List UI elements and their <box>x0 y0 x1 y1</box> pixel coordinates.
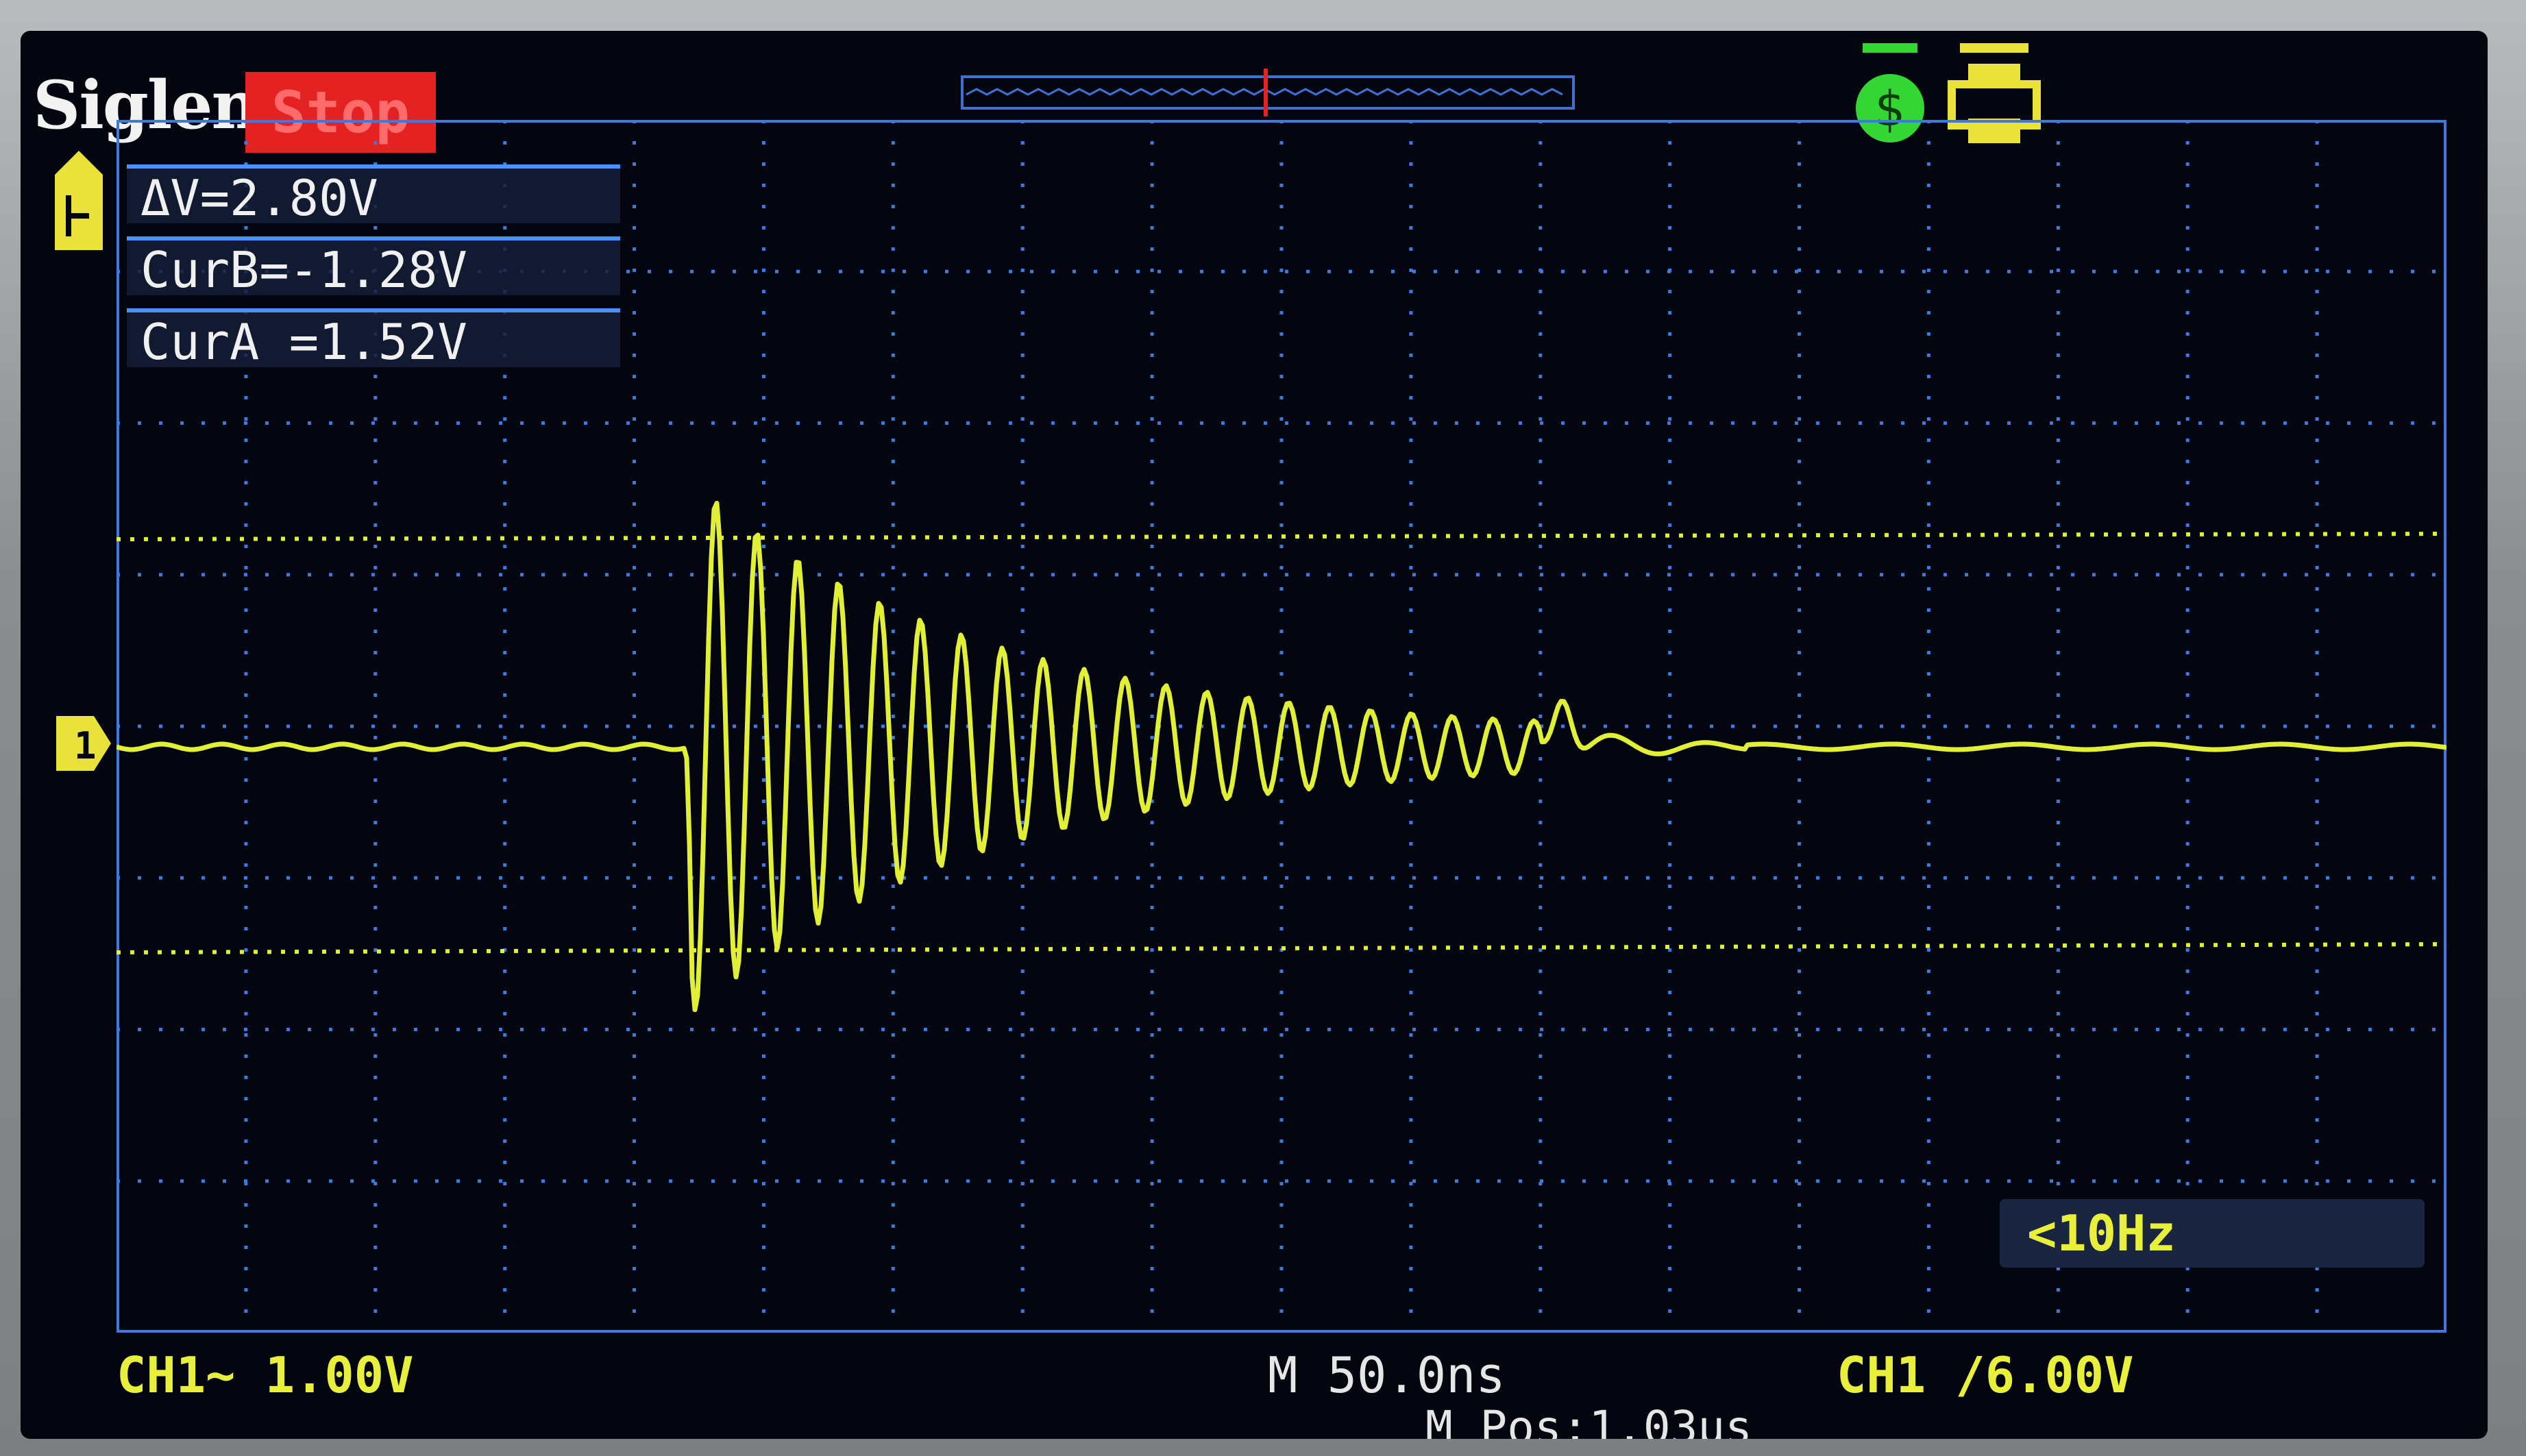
waveform-graticule <box>117 120 2447 1333</box>
channel-1-scale[interactable]: CH1~ 1.00V <box>117 1346 413 1404</box>
time-position-bar <box>961 69 1575 116</box>
frequency-counter: <10Hz <box>2000 1199 2425 1268</box>
cursor-b-readout[interactable]: CurB=-1.28V <box>127 236 620 299</box>
cursor-delta-readout: ΔV=2.80V <box>127 164 620 227</box>
svg-text:1: 1 <box>74 724 97 767</box>
trigger-flag-icon <box>55 151 103 250</box>
cursor-a-line <box>117 532 2447 541</box>
status-bar: CH1~ 1.00V M 50.0ns M Pos:1.03μs CH1 /6.… <box>21 1333 2488 1439</box>
timebase-scale[interactable]: M 50.0ns <box>1268 1346 1506 1404</box>
trigger-level[interactable]: CH1 /6.00V <box>1837 1346 2133 1404</box>
channel-1-marker-icon: 1 <box>56 716 111 771</box>
cursor-a-readout[interactable]: CurA =1.52V <box>127 308 620 371</box>
horizontal-position: M Pos:1.03μs <box>1425 1401 1752 1439</box>
oscilloscope-screen: Siglent Stop $ 1 ΔV=2.80V CurB=-1.28V Cu… <box>21 31 2488 1439</box>
channel-1-trace <box>117 500 2447 1013</box>
